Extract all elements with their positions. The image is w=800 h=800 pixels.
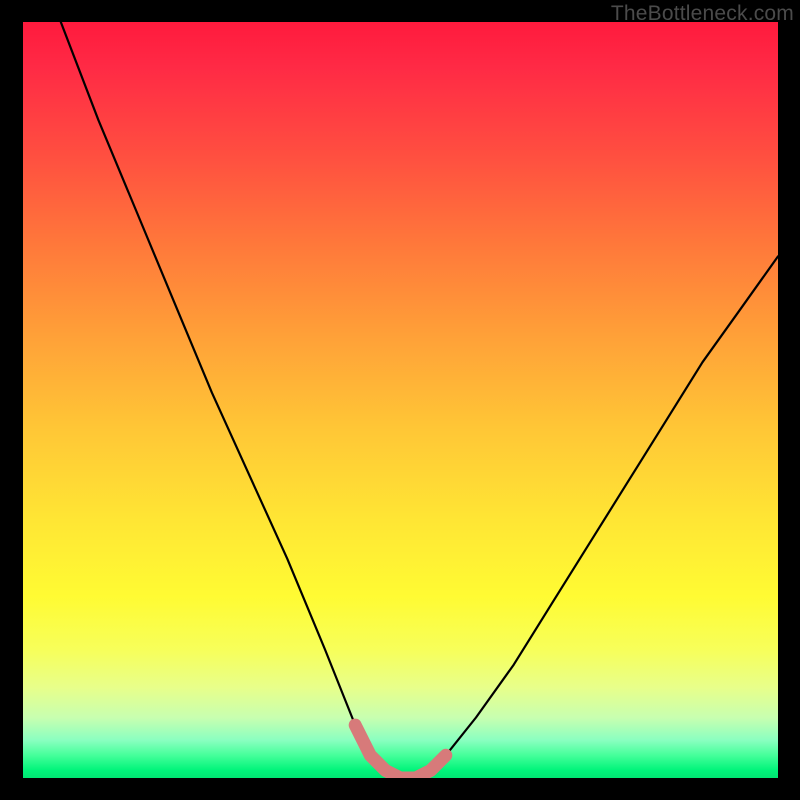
bottleneck-curve-line xyxy=(61,22,778,778)
curve-svg xyxy=(23,22,778,778)
plot-area xyxy=(23,22,778,778)
bottleneck-curve-highlight xyxy=(355,725,446,778)
chart-frame: TheBottleneck.com xyxy=(0,0,800,800)
